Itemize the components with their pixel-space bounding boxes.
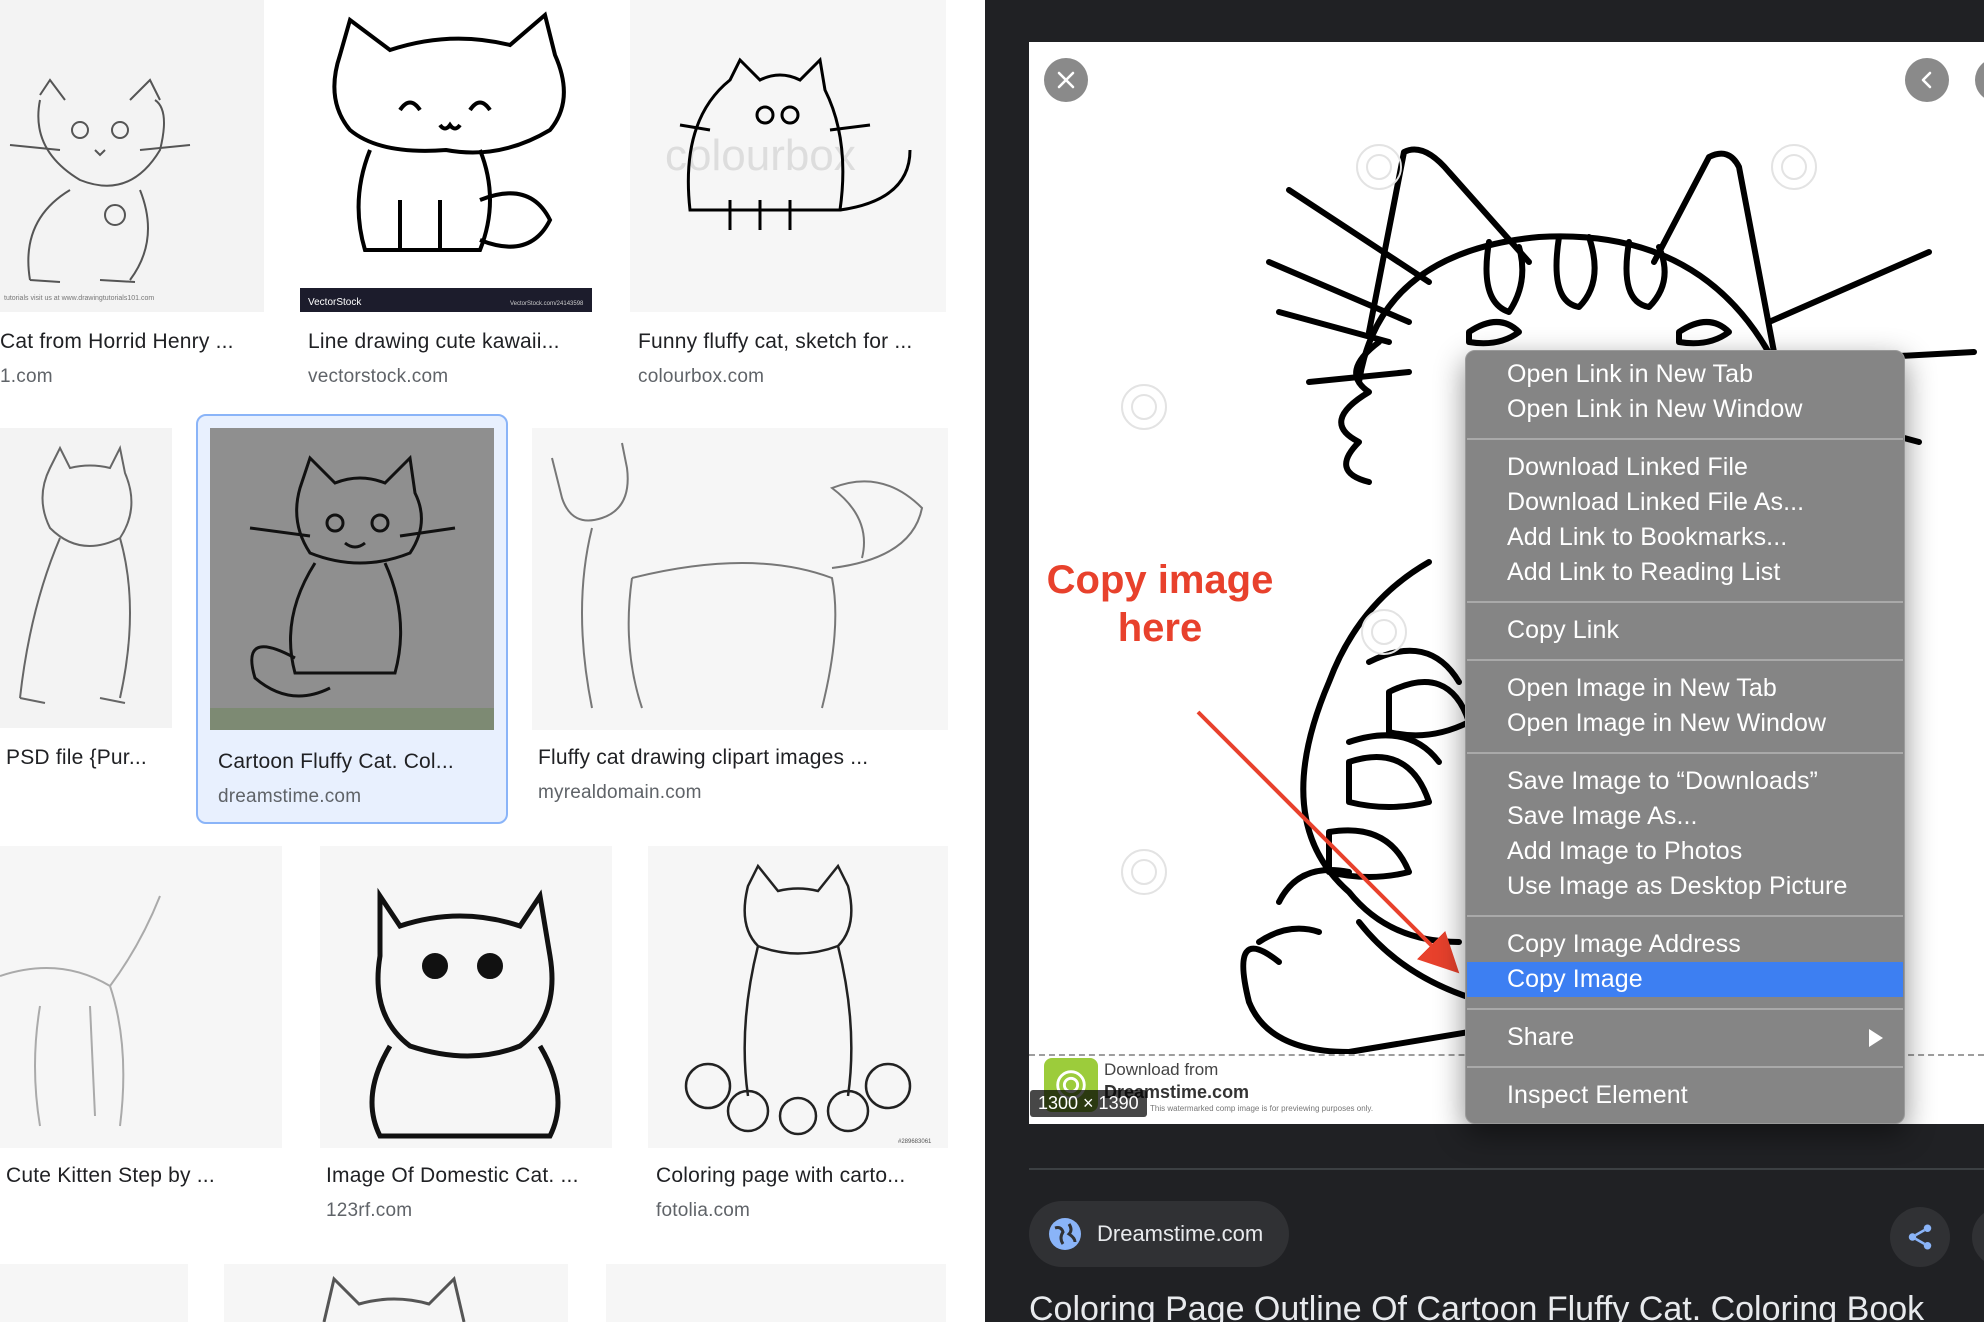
thumbnail-id: #289683061 xyxy=(898,1139,932,1145)
menu-copy-image[interactable]: Copy Image xyxy=(1467,962,1903,997)
close-button[interactable] xyxy=(1044,58,1088,102)
chevron-left-icon xyxy=(1921,71,1932,89)
kawaii-cat-thumbnail: VectorStock VectorStock.com/24143598 xyxy=(300,11,592,312)
result-thumbnail[interactable] xyxy=(0,1264,188,1322)
cartoon-fluffy-cat-thumbnail xyxy=(210,454,494,730)
image-dimensions-badge: 1300 × 1390 xyxy=(1030,1090,1147,1117)
result-title[interactable]: Fluffy cat drawing clipart images ... xyxy=(538,746,948,770)
close-icon xyxy=(1057,71,1075,89)
thumbnail-watermark: VectorStock xyxy=(308,297,362,308)
submenu-arrow-icon xyxy=(1869,1029,1883,1047)
annotation-line-1: Copy image xyxy=(1046,558,1274,602)
psd-cat-thumbnail xyxy=(19,444,133,704)
menu-add-link-to-reading-list[interactable]: Add Link to Reading List xyxy=(1467,555,1903,590)
menu-separator xyxy=(1467,1008,1903,1010)
domestic-cat-thumbnail xyxy=(369,887,561,1139)
result-card[interactable]: VectorStock VectorStock.com/24143598 Lin… xyxy=(298,0,592,390)
result-source[interactable]: myrealdomain.com xyxy=(538,782,702,804)
preview-divider xyxy=(1029,1168,1984,1170)
thumbnail-watermark: VectorStock.com/24143598 xyxy=(510,301,584,307)
source-name[interactable]: Dreamstime.com xyxy=(1097,1221,1263,1247)
menu-open-link-new-tab[interactable]: Open Link in New Tab xyxy=(1467,357,1903,392)
menu-open-image-new-window[interactable]: Open Image in New Window xyxy=(1467,706,1903,741)
source-chip[interactable]: Dreamstime.com xyxy=(1029,1201,1290,1267)
result-title[interactable]: Cute Kitten Step by ... xyxy=(6,1164,281,1188)
menu-share[interactable]: Share xyxy=(1467,1020,1903,1055)
result-title[interactable]: Line drawing cute kawaii... xyxy=(308,330,592,354)
menu-inspect-element[interactable]: Inspect Element xyxy=(1467,1078,1903,1113)
previous-image-button[interactable] xyxy=(1905,58,1949,102)
globe-icon xyxy=(1049,1218,1081,1250)
result-source[interactable]: colourbox.com xyxy=(638,366,764,388)
result-card[interactable]: #289683061 Coloring page with carto... f… xyxy=(648,846,950,1226)
result-thumbnail[interactable]: VectorStock VectorStock.com/24143598 xyxy=(300,0,592,312)
result-title[interactable]: Coloring page with carto... xyxy=(656,1164,948,1188)
result-thumbnail[interactable]: colourbox xyxy=(630,0,946,312)
menu-copy-image-address[interactable]: Copy Image Address xyxy=(1467,927,1903,962)
result-source[interactable]: dreamstime.com xyxy=(218,786,361,808)
result-source[interactable]: vectorstock.com xyxy=(308,366,448,388)
result-card-selected[interactable]: Cartoon Fluffy Cat. Col... dreamstime.co… xyxy=(196,414,508,824)
result-card[interactable]: tutorials visit us at www.drawingtutoria… xyxy=(0,0,264,390)
result-thumbnail[interactable] xyxy=(606,1264,946,1322)
menu-save-image-as[interactable]: Save Image As... xyxy=(1467,799,1903,834)
menu-separator xyxy=(1467,1066,1903,1068)
menu-add-link-to-bookmarks[interactable]: Add Link to Bookmarks... xyxy=(1467,520,1903,555)
result-card[interactable]: Cute Kitten Step by ... xyxy=(0,846,284,1226)
cat-sketch-thumbnail: tutorials visit us at www.drawingtutoria… xyxy=(4,78,191,302)
menu-separator xyxy=(1467,438,1903,440)
fluffy-cat-sketch-thumbnail: colourbox xyxy=(665,56,912,230)
context-menu: Open Link in New Tab Open Link in New Wi… xyxy=(1465,350,1905,1124)
watermark-download-text: Download from xyxy=(1104,1060,1219,1079)
result-card[interactable]: colourbox Funny fluffy cat, sketch for .… xyxy=(628,0,948,390)
result-card[interactable]: PSD file {Pur... xyxy=(0,428,176,820)
annotation-arrow-icon xyxy=(1196,710,1460,974)
result-title[interactable]: Funny fluffy cat, sketch for ... xyxy=(638,330,948,354)
result-card[interactable]: Fluffy cat drawing clipart images ... my… xyxy=(530,428,950,820)
annotation-label: Copy image here xyxy=(1020,556,1300,652)
image-results-grid: tutorials visit us at www.drawingtutoria… xyxy=(0,0,985,1322)
thumbnail-caption: tutorials visit us at www.drawingtutoria… xyxy=(4,295,154,302)
result-thumbnail[interactable] xyxy=(0,428,172,728)
menu-use-image-as-desktop-picture[interactable]: Use Image as Desktop Picture xyxy=(1467,869,1903,904)
menu-open-image-new-tab[interactable]: Open Image in New Tab xyxy=(1467,671,1903,706)
annotation-line-2: here xyxy=(1117,606,1203,650)
result-title[interactable]: Cat from Horrid Henry ... xyxy=(0,330,260,354)
menu-separator xyxy=(1467,752,1903,754)
menu-separator xyxy=(1467,915,1903,917)
menu-save-image-to-downloads[interactable]: Save Image to “Downloads” xyxy=(1467,764,1903,799)
menu-separator xyxy=(1467,659,1903,661)
fluffy-cat-drawing-thumbnail xyxy=(551,442,924,709)
coloring-page-cat-thumbnail: #289683061 xyxy=(684,863,932,1145)
result-thumbnail[interactable] xyxy=(532,428,948,730)
result-thumbnail[interactable] xyxy=(0,846,282,1148)
result-card[interactable]: Image Of Domestic Cat. ... 123rf.com xyxy=(318,846,616,1226)
result-thumbnail[interactable] xyxy=(320,846,612,1148)
result-title[interactable]: Cartoon Fluffy Cat. Col... xyxy=(218,750,498,774)
result-title[interactable]: PSD file {Pur... xyxy=(6,746,171,770)
share-button[interactable] xyxy=(1890,1207,1950,1267)
result-source[interactable]: 123rf.com xyxy=(326,1200,412,1222)
watermark-disclaimer-text: This watermarked comp image is for previ… xyxy=(1150,1104,1374,1113)
result-thumbnail[interactable] xyxy=(224,1264,568,1322)
kitten-sketch-thumbnail xyxy=(0,895,161,1127)
menu-share-label: Share xyxy=(1507,1023,1575,1051)
menu-open-link-new-window[interactable]: Open Link in New Window xyxy=(1467,392,1903,427)
result-thumbnail[interactable]: tutorials visit us at www.drawingtutoria… xyxy=(0,0,264,312)
result-source[interactable]: 1.com xyxy=(0,366,53,388)
result-title[interactable]: Image Of Domestic Cat. ... xyxy=(326,1164,616,1188)
share-icon xyxy=(1908,1224,1932,1250)
menu-copy-link[interactable]: Copy Link xyxy=(1467,613,1903,648)
result-thumbnail[interactable]: #289683061 xyxy=(648,846,948,1148)
menu-add-image-to-photos[interactable]: Add Image to Photos xyxy=(1467,834,1903,869)
result-thumbnail[interactable] xyxy=(210,428,494,730)
menu-download-linked-file[interactable]: Download Linked File xyxy=(1467,450,1903,485)
cat-sketch-thumbnail xyxy=(322,1276,466,1322)
result-source[interactable]: fotolia.com xyxy=(656,1200,750,1222)
menu-download-linked-file-as[interactable]: Download Linked File As... xyxy=(1467,485,1903,520)
menu-separator xyxy=(1467,601,1903,603)
preview-title-link[interactable]: Coloring Page Outline Of Cartoon Fluffy … xyxy=(1029,1290,1924,1322)
